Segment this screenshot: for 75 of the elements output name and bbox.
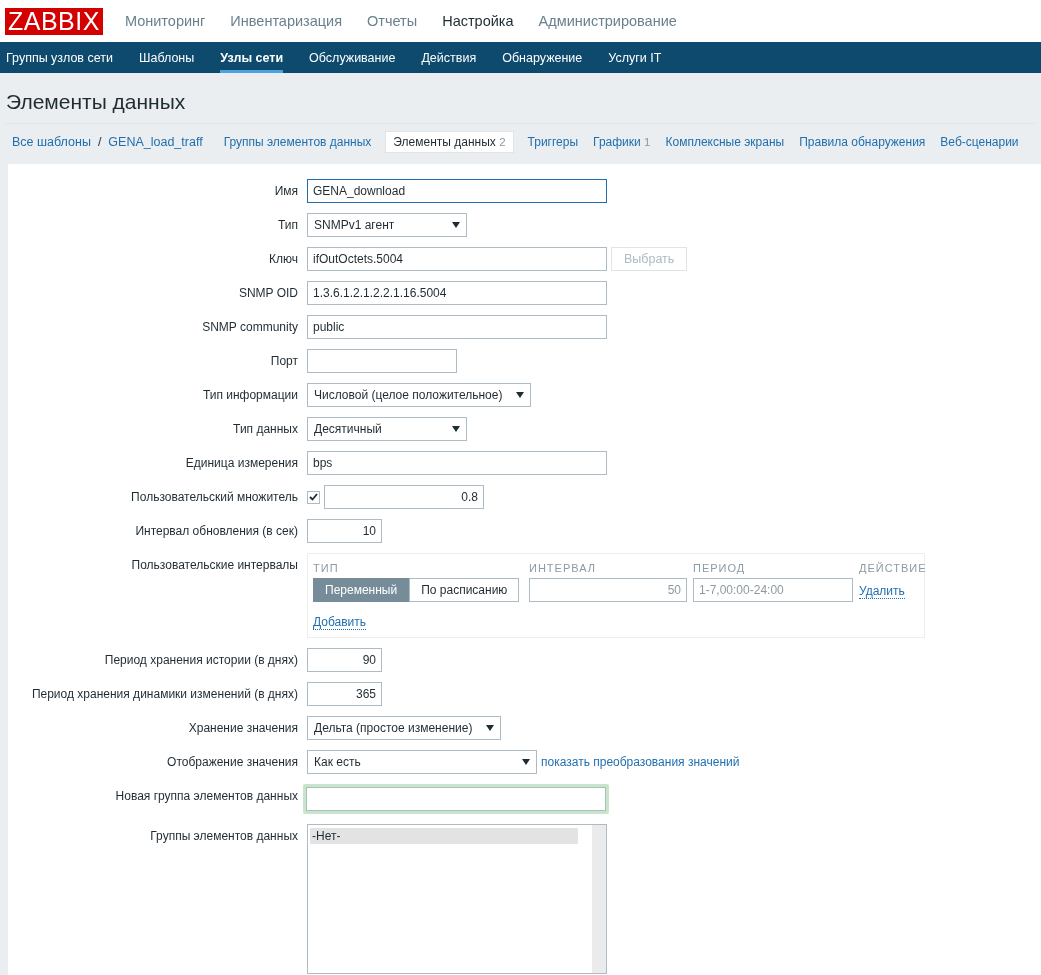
field-label: SNMP community: [201, 319, 298, 336]
dropdown-arrow-icon: [452, 426, 460, 432]
breadcrumb-link[interactable]: GENA_load_traff: [108, 135, 203, 149]
field-label: SNMP OID: [237, 285, 298, 302]
field-label: Порт: [269, 353, 298, 370]
field-label: Единица измерения: [184, 455, 298, 472]
text-field[interactable]: public: [307, 315, 607, 339]
field-label: Период хранения истории (в днях): [103, 652, 298, 669]
tab[interactable]: Комплексные экраны: [664, 132, 786, 152]
field-label: Группы элементов данных: [149, 828, 298, 845]
text-field[interactable]: bps: [307, 451, 607, 475]
field-label: Пользовательские интервалы: [130, 557, 298, 574]
number-field[interactable]: 365: [307, 682, 382, 706]
column-header: ИНТЕРВАЛ: [529, 561, 597, 574]
sub-menu-item[interactable]: Услуги IT: [608, 42, 662, 73]
tab[interactable]: Триггеры: [526, 132, 580, 152]
column-header: ПЕРИОД: [693, 561, 747, 574]
dropdown-arrow-icon: [516, 392, 525, 398]
dropdown-arrow-icon: [486, 725, 495, 731]
field-label: Отображение значения: [166, 754, 298, 771]
dropdown-arrow-icon: [452, 222, 460, 228]
breadcrumb-link[interactable]: Все шаблоны: [12, 135, 91, 149]
checkbox[interactable]: [307, 490, 320, 504]
tab[interactable]: Графики 1: [592, 132, 652, 152]
sub-menu-item[interactable]: Шаблоны: [138, 42, 195, 73]
listbox[interactable]: -Нет-: [307, 824, 607, 974]
tab[interactable]: Группы элементов данных: [222, 132, 373, 152]
interval-field[interactable]: 50: [529, 578, 687, 602]
field-label: Тип информации: [201, 387, 298, 404]
remove-link[interactable]: Удалить: [859, 584, 905, 599]
top-menu-item[interactable]: Отчеты: [367, 13, 418, 29]
text-field[interactable]: 1.3.6.1.2.1.2.2.1.16.5004: [307, 281, 607, 305]
dropdown[interactable]: SNMPv1 агент: [307, 213, 467, 237]
breadcrumb-separator: /: [97, 135, 102, 149]
sub-menu-item[interactable]: Обслуживание: [309, 42, 396, 73]
text-field[interactable]: [307, 349, 457, 373]
top-menu-item[interactable]: Администрирование: [538, 13, 677, 29]
field-label: Ключ: [268, 251, 298, 268]
dropdown[interactable]: Числовой (целое положительное): [307, 383, 532, 407]
sub-menu-item[interactable]: Группы узлов сети: [6, 42, 113, 73]
page-title: Элементы данных: [5, 89, 187, 115]
period-field[interactable]: 1-7,00:00-24:00: [693, 578, 853, 602]
type-toggle-button[interactable]: По расписанию: [409, 578, 520, 602]
dropdown[interactable]: Как есть: [307, 750, 537, 774]
sub-menu-item[interactable]: Действия: [421, 42, 477, 73]
number-field[interactable]: 10: [307, 519, 382, 543]
value-mapping-link[interactable]: показать преобразования значений: [541, 755, 740, 769]
add-link[interactable]: Добавить: [313, 615, 367, 630]
sub-menu-item[interactable]: Обнаружение: [502, 42, 583, 73]
column-header: ТИП: [313, 561, 340, 574]
field-label: Период хранения динамики изменений (в днях): [30, 686, 298, 703]
dropdown-arrow-icon: [522, 759, 530, 765]
tab[interactable]: Правила обнаружения: [798, 132, 927, 152]
top-menu-item[interactable]: Мониторинг: [124, 13, 206, 29]
dropdown[interactable]: Десятичный: [307, 417, 467, 441]
field-label: Имя: [273, 183, 298, 200]
tab[interactable]: Элементы данных 2: [385, 131, 514, 153]
text-field[interactable]: ifOutOctets.5004: [307, 247, 607, 271]
top-menu-item[interactable]: Настройка: [442, 13, 514, 29]
field-label: Интервал обновления (в сек): [134, 523, 298, 540]
tab[interactable]: Веб-сценарии: [939, 132, 1020, 152]
sub-menu-item[interactable]: Узлы сети: [220, 42, 284, 73]
field-label: Новая группа элементов данных: [114, 788, 298, 805]
column-header: ДЕЙСТВИЕ: [859, 561, 927, 574]
text-field[interactable]: GENA_download: [307, 179, 607, 203]
top-menu-item[interactable]: Инвентаризация: [230, 13, 343, 29]
field-label: Тип: [277, 217, 298, 234]
dropdown[interactable]: Дельта (простое изменение): [307, 716, 502, 740]
field-label: Хранение значения: [187, 720, 298, 737]
field-label: Пользовательский множитель: [130, 489, 298, 506]
number-field[interactable]: 0.8: [324, 485, 484, 509]
field-label: Тип данных: [232, 421, 298, 438]
list-item[interactable]: -Нет-: [310, 828, 578, 844]
logo: ZABBIX: [5, 7, 103, 35]
number-field[interactable]: 90: [307, 648, 382, 672]
